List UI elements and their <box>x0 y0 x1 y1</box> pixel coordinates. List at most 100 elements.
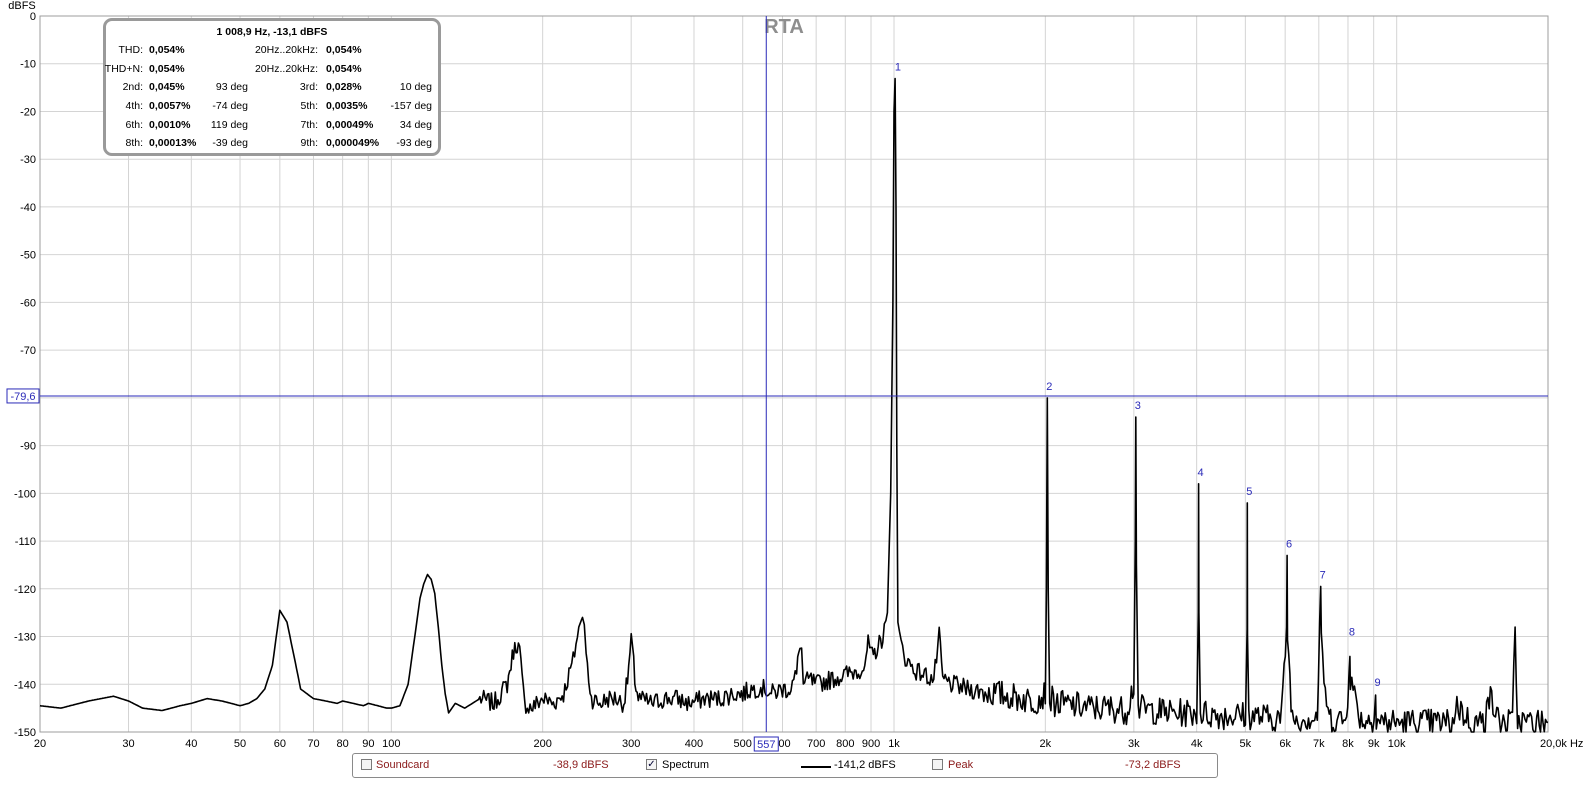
summary-label: 5th: <box>300 100 318 113</box>
summary-label: 3rd: <box>299 81 318 94</box>
harmonic-marker-9: 9 <box>1375 677 1381 689</box>
summary-value: 0,054% <box>149 44 185 56</box>
summary-value: 0,0035% <box>326 100 368 113</box>
y-tick-label: 0 <box>30 11 36 23</box>
x-tick-label: 8k <box>1342 738 1354 750</box>
x-tick-label: 20 <box>34 738 46 750</box>
harmonic-labels: 1 2 3 4 5 6 7 8 9 <box>895 62 1381 689</box>
y-axis-ticks: 0 -10 -20 -30 -40 -50 -60 -70 -90 -100 -110 -120 -13… <box>14 11 36 739</box>
summary-value: 0,054% <box>149 62 185 75</box>
y-tick-label: -30 <box>20 154 36 166</box>
summary-row: THD: 0,054% 20Hz..20kHz: 0,054% <box>106 44 438 63</box>
summary-phase: 10 deg <box>399 81 432 94</box>
y-tick-label: -100 <box>14 488 36 500</box>
x-tick-label: 7k <box>1313 738 1325 750</box>
y-tick-label: -150 <box>14 727 36 739</box>
summary-row: 6th: 0,0010% 119 deg 7th: 0,00049% 34 deg <box>106 119 438 138</box>
x-tick-label: 3k <box>1128 738 1140 750</box>
x-tick-label: 9k <box>1368 738 1380 750</box>
summary-label: 8th: <box>125 137 143 150</box>
x-tick-label: 5k <box>1240 738 1252 750</box>
legend-bar: Soundcard -38,9 dBFS ✓ Spectrum -141,2 d… <box>352 753 1218 778</box>
x-tick-label: 900 <box>862 738 880 750</box>
summary-value: 0,028% <box>326 81 362 94</box>
y-tick-label: -40 <box>20 202 36 214</box>
summary-label: 4th: <box>125 100 143 113</box>
cursor-x-readout: 557 <box>753 736 779 752</box>
y-tick-label: -90 <box>20 441 36 453</box>
summary-row: THD+N: 0,054% 20Hz..20kHz: 0,054% <box>105 62 438 82</box>
fundamental-readout: 1 008,9 Hz, -13,1 dBFS <box>216 26 328 38</box>
spectrum-trace <box>39 77 1549 733</box>
x-tick-label: 800 <box>836 738 854 750</box>
summary-label: 20Hz..20kHz: <box>254 44 318 56</box>
x-tick-label: 70 <box>307 738 319 750</box>
spectrum-line-swatch <box>801 766 831 768</box>
harmonic-marker-2: 2 <box>1046 381 1052 393</box>
summary-value: 0,054% <box>326 44 362 56</box>
summary-label: 2nd: <box>122 81 143 94</box>
soundcard-checkbox[interactable] <box>361 759 372 770</box>
distortion-summary-panel: 1 008,9 Hz, -13,1 dBFS THD: 0,054% 20Hz..2… <box>103 18 441 156</box>
x-axis-ticks: 20 30 40 50 60 70 80 90 100 200 300 400 500 00 700 800 9… <box>34 738 1584 750</box>
harmonic-marker-8: 8 <box>1349 627 1355 639</box>
x-tick-label: 90 <box>362 738 374 750</box>
x-tick-label: 200 <box>533 738 551 750</box>
spectrum-label: Spectrum <box>662 759 710 771</box>
x-tick-label: 50 <box>234 738 246 750</box>
summary-phase: -93 deg <box>396 137 432 150</box>
harmonic-marker-6: 6 <box>1286 538 1292 550</box>
soundcard-label: Soundcard <box>376 759 430 771</box>
summary-label: 9th: <box>300 137 318 150</box>
summary-phase: -74 deg <box>212 100 248 113</box>
y-tick-label: -60 <box>20 297 36 309</box>
x-tick-label: 00 <box>778 738 790 750</box>
x-tick-label: 40 <box>185 738 197 750</box>
y-tick-label: -130 <box>14 632 36 644</box>
y-tick-label: -110 <box>15 536 36 548</box>
summary-label: THD: <box>118 44 144 56</box>
x-tick-label: 60 <box>274 738 286 750</box>
summary-row: 2nd: 0,045% 93 deg 3rd: 0,028% 10 deg <box>106 81 438 100</box>
checkmark-icon: ✓ <box>647 759 656 770</box>
x-tick-label: 100 <box>382 738 400 750</box>
harmonic-marker-3: 3 <box>1135 400 1141 412</box>
summary-label: 7th: <box>300 118 318 131</box>
summary-phase: -157 deg <box>390 100 432 113</box>
summary-value: 0,000049% <box>326 137 380 150</box>
x-tick-label: 30 <box>122 738 134 750</box>
harmonic-marker-5: 5 <box>1246 486 1252 498</box>
summary-phase: -39 deg <box>212 137 248 150</box>
x-tick-label: 500 <box>734 738 752 750</box>
y-tick-label: -10 <box>20 59 36 71</box>
summary-value: 0,054% <box>326 62 362 75</box>
summary-label: 20Hz..20kHz: <box>254 62 318 75</box>
summary-phase: 119 deg <box>210 118 248 131</box>
summary-row: 8th: 0,00013% -39 deg 9th: 0,000049% -93 deg <box>106 137 438 156</box>
y-tick-label: -70 <box>20 345 36 357</box>
harmonic-marker-7: 7 <box>1320 569 1326 581</box>
summary-phase: 34 deg <box>399 118 432 131</box>
summary-value: 0,0057% <box>149 100 191 113</box>
peak-checkbox[interactable] <box>932 759 943 770</box>
svg-text:-79,6: -79,6 <box>10 391 35 403</box>
x-tick-label: 80 <box>337 738 349 750</box>
y-tick-label: -50 <box>20 250 36 262</box>
peak-label: Peak <box>948 759 974 771</box>
x-tick-label: 20,0k Hz <box>1540 738 1583 750</box>
peak-value: -73,2 dBFS <box>1125 759 1181 771</box>
summary-value: 0,0010% <box>149 118 191 131</box>
x-tick-label: 2k <box>1040 738 1052 750</box>
spectrum-value: -141,2 dBFS <box>834 759 896 771</box>
spectrum-checkbox[interactable]: ✓ <box>646 759 657 770</box>
y-tick-label: -120 <box>14 584 36 596</box>
summary-value: 0,00049% <box>326 118 374 131</box>
summary-row: 4th: 0,0057% -74 deg 5th: 0,0035% -157 deg <box>106 100 438 119</box>
x-tick-label: 700 <box>807 738 825 750</box>
summary-label: 6th: <box>125 118 143 131</box>
x-tick-label: 4k <box>1191 738 1203 750</box>
cursor-y-readout: -79,6 <box>6 388 40 404</box>
y-tick-label: -20 <box>20 106 36 118</box>
x-tick-label: 400 <box>685 738 703 750</box>
y-tick-label: -140 <box>14 679 36 691</box>
